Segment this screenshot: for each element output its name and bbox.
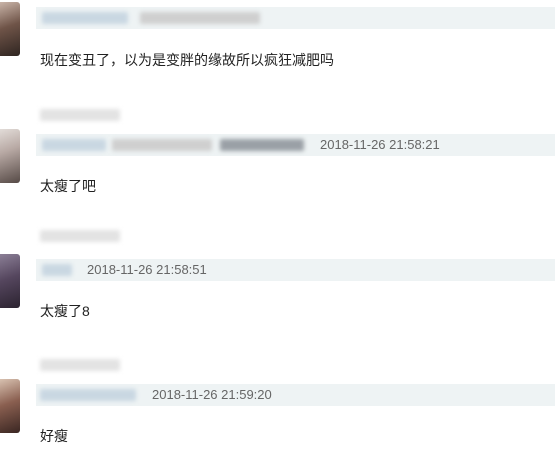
blurred-reply-label <box>40 359 120 371</box>
comment-meta-bar: 2018-11-26 21:58:51 <box>36 259 555 281</box>
comment-text: 太瘦了8 <box>40 303 90 319</box>
comment-text: 现在变丑了，以为是变胖的缘故所以疯狂减肥吗 <box>40 52 334 68</box>
avatar[interactable] <box>0 129 20 183</box>
comment-meta-bar <box>36 7 555 29</box>
blurred-reply-label <box>40 230 120 242</box>
blurred-reply-label <box>40 109 120 121</box>
comment-timestamp: 2018-11-26 21:59:20 <box>152 387 272 402</box>
blurred-username[interactable] <box>42 139 106 151</box>
avatar[interactable] <box>0 2 20 56</box>
avatar[interactable] <box>0 379 20 433</box>
blurred-username[interactable] <box>42 12 128 24</box>
comment-meta-bar: 2018-11-26 21:59:20 <box>36 384 555 406</box>
comment-meta-bar: 2018-11-26 21:58:21 <box>36 134 555 156</box>
blurred-username[interactable] <box>40 389 136 401</box>
blurred-username[interactable] <box>42 264 72 276</box>
blurred-user-info <box>220 139 304 151</box>
comment-timestamp: 2018-11-26 21:58:51 <box>87 262 207 277</box>
blurred-user-info <box>140 12 260 24</box>
avatar[interactable] <box>0 254 20 308</box>
blurred-user-info <box>112 139 212 151</box>
comment-text: 好瘦 <box>40 428 68 444</box>
comment-text: 太瘦了吧 <box>40 178 96 194</box>
comment-timestamp: 2018-11-26 21:58:21 <box>320 137 440 152</box>
